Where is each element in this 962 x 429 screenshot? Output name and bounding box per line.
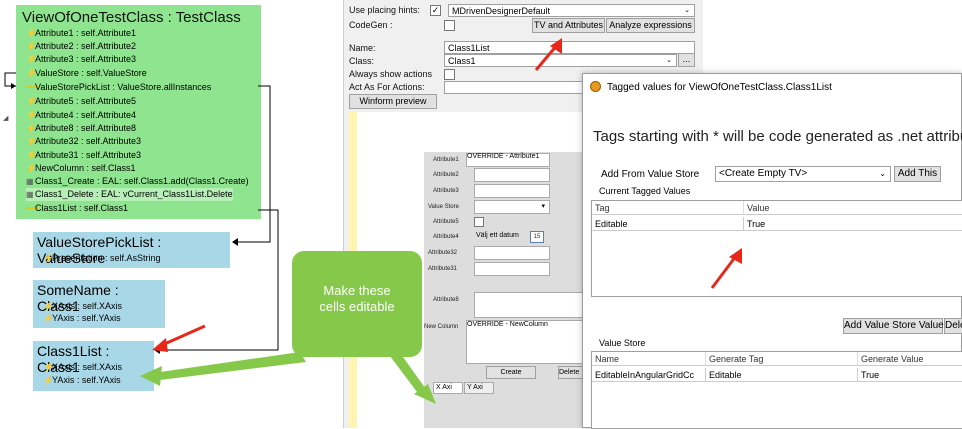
green-arrow-icon <box>150 352 306 380</box>
red-arrow-icon <box>159 324 206 348</box>
red-arrow-icon <box>710 255 738 289</box>
green-arrow-icon <box>140 366 162 386</box>
annotation-arrows <box>140 38 742 404</box>
red-arrow-icon <box>152 338 168 352</box>
